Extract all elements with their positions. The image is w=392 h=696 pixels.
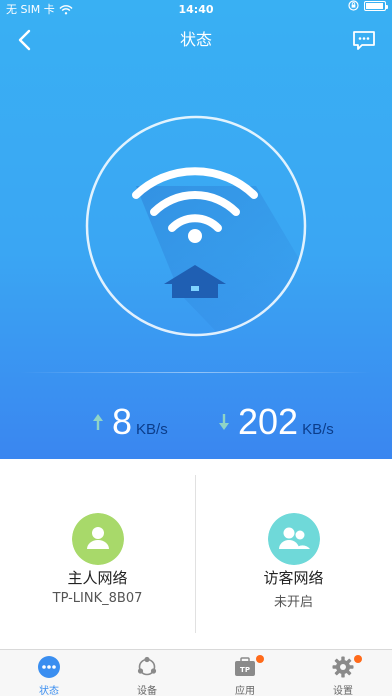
tab-settings[interactable]: 设置 — [294, 650, 392, 696]
download-speed: 202 KB/s — [218, 398, 334, 446]
apps-badge — [256, 655, 264, 663]
upload-speed: 8 KB/s — [92, 398, 168, 446]
tab-devices[interactable]: 设备 — [98, 650, 196, 696]
apps-icon: TP — [235, 657, 255, 676]
svg-text:TP: TP — [240, 666, 250, 674]
host-network-title: 主人网络 — [67, 569, 128, 587]
tab-bar: 状态 设备 TP 应用 设置 — [0, 649, 392, 696]
hero-divider — [20, 372, 372, 373]
page-title: 状态 — [179, 30, 212, 49]
host-user-icon — [72, 513, 124, 565]
settings-badge — [354, 655, 362, 663]
host-network-ssid: TP-LINK_8B07 — [52, 591, 143, 606]
tab-devices-label: 设备 — [137, 686, 157, 696]
guest-network-card[interactable]: 访客网络 未开启 — [196, 459, 391, 649]
tab-apps[interactable]: TP 应用 — [196, 650, 294, 696]
nav-bar: 状态 — [0, 20, 392, 60]
status-icon — [38, 656, 60, 678]
download-value: 202 — [238, 401, 299, 442]
system-status-bar: 无 SIM 卡 14:40 — [0, 0, 392, 20]
battery-icon — [364, 0, 388, 11]
tab-status-label: 状态 — [39, 686, 59, 696]
tab-status[interactable]: 状态 — [0, 650, 98, 696]
network-cards: 主人网络 TP-LINK_8B07 访客网络 未开启 — [0, 459, 392, 649]
settings-gear-icon — [332, 656, 354, 678]
upload-value: 8 — [112, 401, 133, 442]
download-arrow-icon — [219, 414, 229, 430]
host-network-card[interactable]: 主人网络 TP-LINK_8B07 — [0, 459, 195, 649]
router-status-graphic — [85, 115, 307, 337]
guest-users-icon — [268, 513, 320, 565]
guest-network-status: 未开启 — [273, 595, 313, 610]
upload-arrow-icon — [93, 414, 103, 430]
tab-apps-label: 应用 — [235, 686, 255, 696]
clock: 14:40 — [178, 3, 214, 16]
upload-unit: KB/s — [136, 421, 168, 438]
message-button[interactable] — [350, 26, 378, 54]
status-icons — [348, 0, 388, 11]
devices-icon — [137, 656, 157, 676]
status-hero: 无 SIM 卡 14:40 状态 8 KB/s 202 KB/s — [0, 0, 392, 459]
guest-network-title: 访客网络 — [263, 569, 324, 587]
download-unit: KB/s — [302, 421, 334, 438]
rotation-lock-icon — [348, 0, 359, 11]
tab-settings-label: 设置 — [333, 686, 353, 696]
